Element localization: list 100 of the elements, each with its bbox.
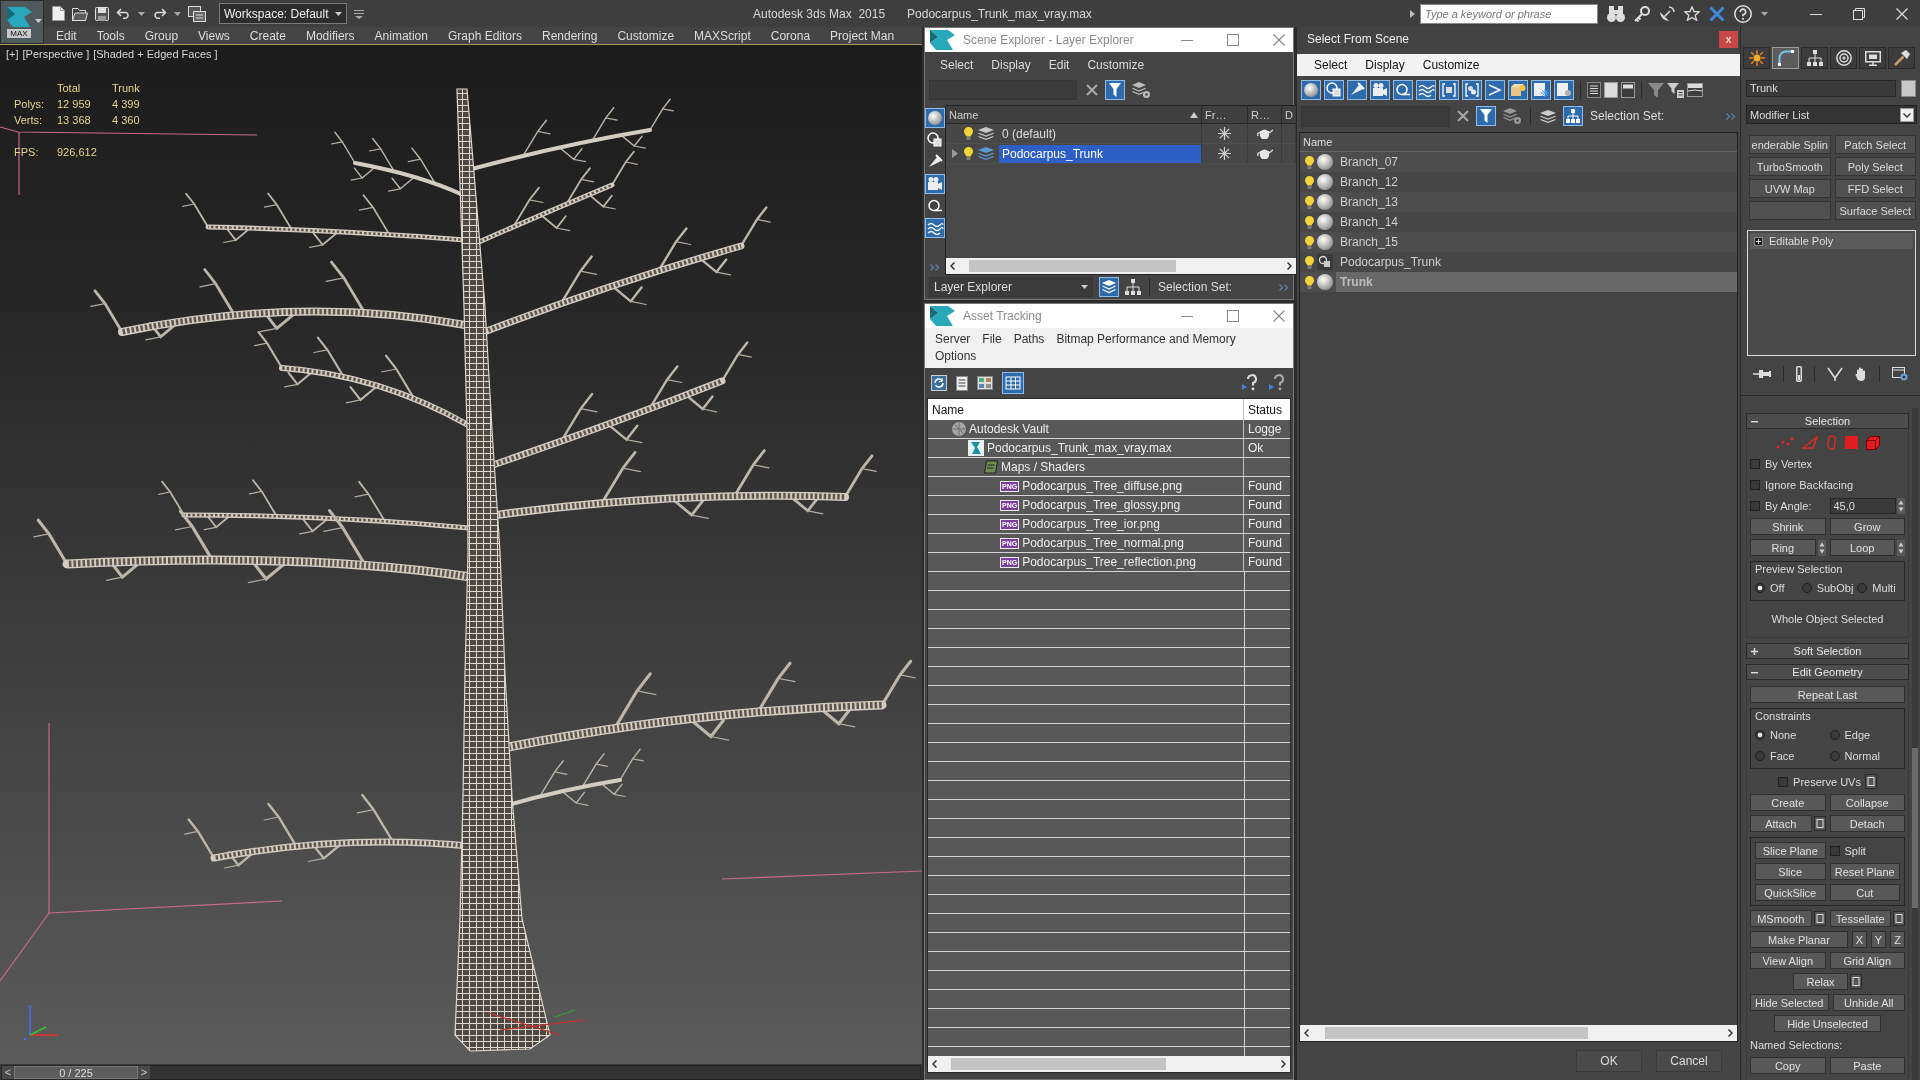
snowflake-icon[interactable]	[1218, 127, 1231, 140]
settings-icon[interactable]	[1813, 911, 1826, 926]
checkbox-label[interactable]: Ignore Backfacing	[1765, 478, 1854, 491]
command-button[interactable]: Hide Unselected	[1774, 1015, 1881, 1032]
vertex-dots-icon[interactable]	[1775, 436, 1794, 449]
column-header[interactable]: Name	[946, 106, 1202, 123]
viewport-menu-label[interactable]: [+]	[6, 48, 19, 60]
axis-button[interactable]: Y	[1871, 931, 1886, 948]
command-button[interactable]: Copy	[1750, 1057, 1826, 1074]
bulb-icon[interactable]	[1305, 275, 1314, 289]
dialog-button[interactable]: OK	[1576, 1050, 1642, 1072]
expand-arrow-icon[interactable]	[1410, 9, 1415, 18]
asset-name[interactable]: Podocarpus_Tree_glossy.png	[1022, 498, 1181, 512]
cross-logo-icon[interactable]	[1709, 5, 1725, 22]
menu-item[interactable]: Options	[929, 349, 983, 364]
column-header[interactable]: Fr…	[1202, 106, 1248, 123]
menu-item[interactable]: Rendering	[532, 27, 608, 44]
vertical-scrollbar[interactable]	[1912, 408, 1918, 1080]
command-button[interactable]: Shrink	[1750, 518, 1826, 535]
filter-icon[interactable]	[1476, 106, 1496, 126]
application-menu-button[interactable]: MAX	[0, 0, 44, 44]
column-header[interactable]: Status	[1244, 399, 1290, 420]
binoculars-icon[interactable]	[1607, 5, 1625, 22]
command-button[interactable]: Collapse	[1829, 794, 1905, 811]
menu-item[interactable]: Project Man	[820, 27, 905, 44]
search-field[interactable]: Type a keyword or phrase	[1420, 3, 1598, 24]
command-button[interactable]: Make Planar	[1750, 931, 1848, 948]
sphere-icon[interactable]	[925, 108, 945, 128]
command-button[interactable]: Grid Align	[1829, 952, 1905, 969]
bulb-icon[interactable]	[1305, 235, 1314, 249]
explorer-dropdown[interactable]: Layer Explorer	[929, 277, 1093, 297]
menu-item[interactable]: Select	[1305, 58, 1357, 72]
menu-item[interactable]: Display	[1356, 58, 1414, 72]
bracket-square-icon[interactable]	[1439, 80, 1459, 100]
columns-icon[interactable]	[1687, 83, 1703, 97]
help-cursor-icon[interactable]	[1269, 374, 1287, 392]
teapot-icon[interactable]	[1256, 148, 1273, 159]
help-icon[interactable]	[1734, 4, 1752, 23]
command-button[interactable]: Slice Plane	[1755, 842, 1826, 859]
command-button[interactable]: Detach	[1829, 815, 1905, 832]
radio-label[interactable]: Off	[1770, 581, 1785, 594]
refresh-icon[interactable]	[931, 375, 947, 391]
satellite-dish-icon[interactable]	[1659, 5, 1675, 22]
column-header[interactable]: R…	[1248, 106, 1282, 123]
bracket-circles-icon[interactable]	[1462, 80, 1482, 100]
modifier-button[interactable]: Patch Select	[1834, 135, 1916, 154]
checkbox-label[interactable]: Preserve UVs	[1793, 775, 1861, 788]
axis-button[interactable]: X	[1852, 931, 1867, 948]
command-button[interactable]: MSmooth	[1750, 910, 1812, 927]
radio-label[interactable]: Face	[1770, 749, 1795, 762]
checkbox-label[interactable]: Split	[1844, 844, 1866, 857]
help-cursor-icon[interactable]	[1242, 374, 1260, 392]
caret-icon[interactable]	[138, 11, 145, 16]
command-button[interactable]: Paste	[1829, 1057, 1905, 1074]
viewport-menu-label[interactable]: [Shaded + Edged Faces ]	[93, 48, 218, 60]
layers-gear-icon[interactable]	[1132, 82, 1150, 98]
radio-label[interactable]: SubObj	[1816, 581, 1854, 594]
star-icon[interactable]	[1684, 6, 1700, 21]
menu-item[interactable]: Views	[188, 27, 240, 44]
menu-item[interactable]: Select	[931, 57, 983, 72]
color-swatch[interactable]	[1901, 80, 1916, 97]
tube-icon[interactable]	[1796, 366, 1802, 382]
scrollbar-thumb[interactable]	[968, 260, 1177, 272]
scrollbar-thumb[interactable]	[951, 1058, 1167, 1070]
command-button[interactable]: Relax	[1793, 973, 1848, 990]
menu-item[interactable]: Edit	[46, 27, 87, 44]
modifier-button[interactable]: UVW Map	[1749, 179, 1831, 198]
menu-item[interactable]: Bitmap Performance and Memory	[1050, 332, 1242, 347]
window-gear-icon[interactable]	[1892, 367, 1908, 381]
modifier-button[interactable]: Surface Select	[1834, 201, 1916, 220]
menu-item[interactable]: Customize	[1413, 58, 1489, 72]
radio-label[interactable]: None	[1770, 728, 1797, 741]
project-folder-icon[interactable]	[188, 5, 206, 22]
panel-tab[interactable]	[1859, 47, 1886, 69]
menu-item[interactable]: Paths	[1007, 332, 1051, 347]
rollout-header[interactable]: Edit Geometry	[1746, 664, 1909, 680]
radio-button[interactable]	[1801, 582, 1812, 593]
menu-item[interactable]: Display	[982, 57, 1040, 72]
radio-button[interactable]	[1857, 582, 1868, 593]
axis-button[interactable]: Z	[1890, 931, 1905, 948]
asset-name[interactable]: Autodesk Vault	[969, 422, 1049, 436]
scroll-left-icon[interactable]	[932, 1060, 937, 1068]
stack-item[interactable]: Editable Poly	[1750, 233, 1913, 249]
viewport[interactable]: [+] [Perspective ] [Shaded + Edged Faces ] Total Trunk Polys: 12 959 4 399 Verts: 13 368 4 360 FPS: 926,612	[0, 44, 922, 1064]
camera-icon[interactable]	[925, 174, 945, 194]
rollout-header[interactable]: Selection	[1746, 413, 1909, 429]
object-name[interactable]: Branch_12	[1336, 172, 1737, 192]
shapes-icon[interactable]	[1324, 80, 1344, 100]
bulb-icon[interactable]	[1305, 215, 1314, 229]
open-folder-icon[interactable]	[72, 6, 88, 21]
menu-item[interactable]: Server	[929, 332, 977, 347]
list-icon[interactable]	[956, 375, 968, 391]
waves-icon[interactable]	[1416, 80, 1436, 100]
settings-icon[interactable]	[1893, 911, 1905, 926]
object-name[interactable]: Podocarpus_Trunk	[1336, 252, 1737, 272]
radio-button[interactable]	[1755, 750, 1765, 761]
viewport-menu-label[interactable]: [Perspective ]	[22, 48, 90, 60]
menu-lines-icon[interactable]	[354, 8, 364, 19]
crate-icon[interactable]	[1508, 80, 1528, 100]
checkbox[interactable]	[1750, 500, 1760, 511]
